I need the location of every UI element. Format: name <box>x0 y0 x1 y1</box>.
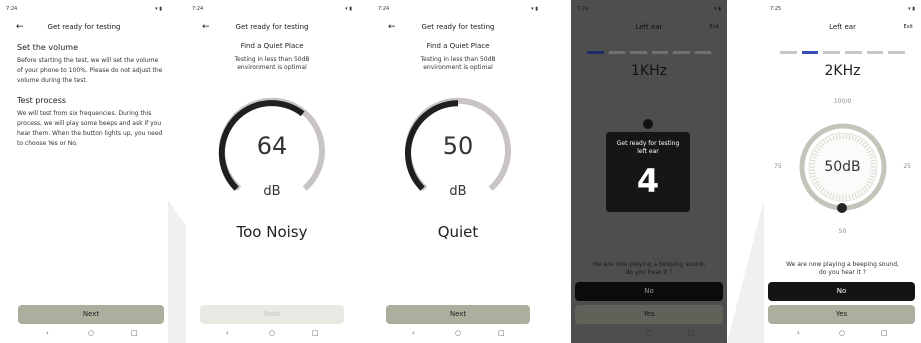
status-time: 7:24 <box>378 6 390 12</box>
status-bar: 7:24 ▾ ▮ <box>192 6 352 14</box>
status-time: 7:24 <box>192 6 204 12</box>
nav-recents-icon[interactable]: □ <box>131 329 138 337</box>
status-icons: ▾ ▮ <box>345 6 352 12</box>
beep-prompt-line1: We are now playing a beeping sound, <box>786 261 899 268</box>
status-bar: 7:24 ▾ ▮ <box>378 6 538 14</box>
nav-home-icon[interactable]: ○ <box>269 329 275 337</box>
system-nav-bar: ‹ ○ □ <box>0 329 168 343</box>
noise-unit: dB <box>263 184 281 199</box>
dial-tick <box>839 194 841 200</box>
status-bar: 7:24 ▾ ▮ <box>6 6 162 14</box>
app-bar: ← Get ready for testing <box>186 22 358 36</box>
dial-tick <box>845 194 847 200</box>
noise-gauge: 64 <box>216 96 328 196</box>
dial-handle-icon[interactable] <box>837 203 847 213</box>
dial-top-label: 100/0 <box>833 98 852 105</box>
countdown-number: 4 <box>636 162 660 200</box>
panel-gap-decoration <box>727 200 764 343</box>
test-process-text: We will test from six frequencies. Durin… <box>17 110 163 147</box>
next-button[interactable]: Next <box>18 305 164 324</box>
system-nav-bar: ‹ ○ □ <box>186 329 358 343</box>
system-nav-bar: ‹ ○ □ <box>764 329 921 343</box>
frequency-progress <box>780 51 906 54</box>
beep-prompt-line2: do you hear it ? <box>819 269 866 276</box>
countdown-line2: left ear <box>637 148 659 155</box>
nav-recents-icon[interactable]: □ <box>498 329 505 337</box>
next-button[interactable]: Next <box>386 305 530 324</box>
nav-recents-icon[interactable]: □ <box>312 329 319 337</box>
dial-bottom-label: 50 <box>838 228 847 235</box>
app-bar: ← Get ready for testing <box>372 22 544 36</box>
quiet-place-line1: Testing in less than 50dB <box>420 56 496 63</box>
screen-noise-check-noisy: 7:24 ▾ ▮ ← Get ready for testing Find a … <box>186 0 358 343</box>
progress-segment <box>866 51 884 54</box>
frequency-label: 2KHz <box>824 63 861 79</box>
status-time: 7:24 <box>6 6 18 12</box>
set-volume-heading: Set the volume <box>17 43 78 52</box>
test-process-heading: Test process <box>17 96 67 105</box>
exit-button[interactable]: Exit <box>904 24 913 30</box>
countdown-message: Get ready for testing left ear <box>606 140 690 156</box>
set-volume-text: Before starting the test, we will set th… <box>17 57 163 84</box>
page-title: Get ready for testing <box>47 23 121 31</box>
quiet-place-line2: environment is optimal <box>237 64 307 71</box>
progress-segment <box>888 51 906 54</box>
progress-segment <box>801 51 819 54</box>
noise-verdict: Quiet <box>437 223 479 241</box>
status-icons: ▾ ▮ <box>155 6 162 12</box>
progress-segment <box>780 51 797 54</box>
page-title: Left ear <box>829 23 856 31</box>
nav-home-icon[interactable]: ○ <box>88 329 94 337</box>
page-title: Get ready for testing <box>235 23 309 31</box>
countdown-line1: Get ready for testing <box>616 140 680 147</box>
dial-value: 50dB <box>824 159 861 175</box>
status-time: 7:25 <box>770 6 782 12</box>
quiet-place-line2: environment is optimal <box>423 64 493 71</box>
screen-left-ear-countdown: 7:24 ▾ ▮ Left ear Exit 1KHz 100/0 75 25 … <box>571 0 727 343</box>
screen-noise-check-quiet: 7:24 ▾ ▮ ← Get ready for testing Find a … <box>372 0 544 343</box>
nav-back-icon[interactable]: ‹ <box>46 329 49 337</box>
yes-button[interactable]: Yes <box>768 305 915 324</box>
screen-left-ear-test: 7:25 ▾ ▮ Left ear Exit 2KHz 100/0 75 25 … <box>764 0 921 343</box>
system-nav-bar: ‹ ○ □ <box>372 329 544 343</box>
quiet-place-heading: Find a Quiet Place <box>426 42 490 50</box>
nav-home-icon[interactable]: ○ <box>455 329 461 337</box>
progress-segment <box>845 51 862 54</box>
nav-home-icon[interactable]: ○ <box>839 329 845 337</box>
status-icons: ▾ ▮ <box>531 6 538 12</box>
next-button[interactable]: Next <box>200 305 344 324</box>
app-bar: Left ear Exit <box>764 22 921 36</box>
quiet-place-line1: Testing in less than 50dB <box>234 56 310 63</box>
status-icons: ▾ ▮ <box>908 6 915 12</box>
noise-gauge: 50 <box>402 96 514 196</box>
nav-recents-icon[interactable]: □ <box>881 329 888 337</box>
noise-verdict: Too Noisy <box>236 223 308 241</box>
app-bar: ← Get ready for testing <box>0 22 168 36</box>
noise-value: 50 <box>442 132 474 160</box>
noise-value: 64 <box>256 132 288 160</box>
noise-unit: dB <box>449 184 467 199</box>
no-button[interactable]: No <box>768 282 915 301</box>
screen-intro: 7:24 ▾ ▮ ← Get ready for testing Set the… <box>0 0 168 343</box>
dial-tick <box>845 134 847 140</box>
dial-tick <box>839 134 841 140</box>
countdown-dialog: Get ready for testing left ear 4 <box>606 132 690 212</box>
status-bar: 7:25 ▾ ▮ <box>770 6 915 14</box>
progress-segment <box>823 51 841 54</box>
panel-gap-decoration <box>168 200 186 343</box>
nav-back-icon[interactable]: ‹ <box>226 329 229 337</box>
nav-back-icon[interactable]: ‹ <box>797 329 800 337</box>
nav-back-icon[interactable]: ‹ <box>412 329 415 337</box>
beep-prompt: We are now playing a beeping sound, do y… <box>764 261 921 277</box>
page-title: Get ready for testing <box>421 23 495 31</box>
quiet-place-heading: Find a Quiet Place <box>240 42 304 50</box>
